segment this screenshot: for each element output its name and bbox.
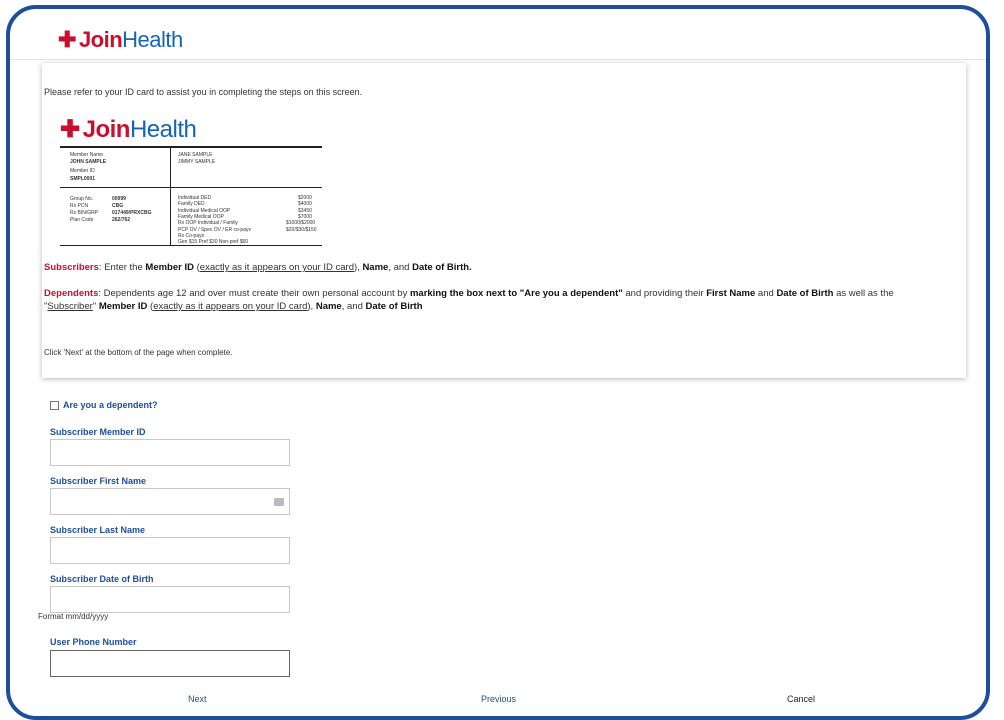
card-top-rule bbox=[60, 146, 322, 148]
next-link[interactable]: Next bbox=[188, 694, 207, 704]
next-note: Click 'Next' at the bottom of the page w… bbox=[44, 348, 233, 357]
joinhealth-logo[interactable]: ✚ Join Health bbox=[58, 27, 183, 53]
dependent-checkbox[interactable] bbox=[50, 400, 59, 410]
dependents-bold: Date of Birth bbox=[365, 301, 423, 312]
card-logo: ✚ Join Health bbox=[60, 115, 197, 144]
previous-link[interactable]: Previous bbox=[481, 694, 516, 704]
card-benefit-value: $4000 bbox=[298, 201, 312, 207]
card-benefit-value: $1000/$2000 bbox=[286, 220, 316, 226]
subscribers-underline: exactly as it appears on your ID card bbox=[199, 262, 354, 273]
header-divider bbox=[10, 59, 986, 60]
id-card-sample: Member Name JOHN SAMPLE Member ID SMPL00… bbox=[60, 146, 322, 246]
dependent-checkbox-row[interactable]: Are you a dependent? bbox=[50, 400, 158, 410]
dependents-text: : Dependents age 12 and over must create… bbox=[98, 288, 410, 299]
card-mid-rule bbox=[60, 187, 322, 188]
subscribers-bold: Date of Birth. bbox=[412, 262, 472, 273]
dependents-bold: Member ID bbox=[98, 301, 148, 312]
member-id-label: Subscriber Member ID bbox=[50, 427, 146, 437]
card-rxbin-label: Rx BIN/GRP bbox=[70, 210, 99, 216]
card-plan-label: Plan Code bbox=[70, 217, 94, 223]
card-dependent-2: JIMMY SAMPLE bbox=[178, 159, 216, 165]
card-benefit-label: Gen $15 Pref $30 Non-pref $60 bbox=[178, 239, 249, 245]
dependents-text: , and bbox=[341, 301, 366, 312]
dependents-text: and providing their bbox=[622, 288, 707, 299]
subscribers-bold: Name bbox=[362, 262, 389, 273]
logo-text-join: Join bbox=[78, 27, 123, 52]
card-group-value: 00999 bbox=[112, 196, 126, 202]
dob-label: Subscriber Date of Birth bbox=[50, 574, 154, 584]
phone-label: User Phone Number bbox=[50, 637, 137, 647]
cancel-link[interactable]: Cancel bbox=[787, 694, 815, 704]
autofill-key-icon[interactable] bbox=[274, 498, 284, 506]
card-benefit-label: Rx OOP Individual / Family bbox=[178, 220, 238, 226]
dependents-bold: Name bbox=[315, 301, 342, 312]
subscribers-bold: Member ID bbox=[145, 262, 194, 273]
dependents-text: and bbox=[755, 288, 777, 299]
card-group-label: Group No. bbox=[70, 196, 94, 202]
cross-logo-icon: ✚ bbox=[58, 27, 76, 52]
card-benefit-value: $20/$30/$150 bbox=[286, 227, 317, 233]
card-rxpcn-value: CBG bbox=[112, 203, 124, 209]
first-name-field[interactable] bbox=[50, 488, 290, 515]
card-dependent-1: JANE SAMPLE bbox=[178, 152, 213, 158]
last-name-field[interactable] bbox=[50, 537, 290, 564]
card-rxpcn-label: Rx PCN bbox=[70, 203, 89, 209]
dob-field[interactable] bbox=[50, 586, 290, 613]
dob-format-hint: Format mm/dd/yyyy bbox=[38, 612, 109, 621]
dependents-bold: marking the box next to "Are you a depen… bbox=[409, 288, 623, 299]
dependents-bold: Date of Birth bbox=[776, 288, 834, 299]
card-vertical-rule bbox=[170, 146, 171, 246]
card-bottom-rule bbox=[60, 245, 322, 246]
dependent-checkbox-label[interactable]: Are you a dependent? bbox=[63, 400, 158, 410]
card-logo-join: Join bbox=[82, 115, 131, 143]
member-id-field[interactable] bbox=[50, 439, 290, 466]
card-rxbin-value: 017449/PRXCBG bbox=[112, 210, 152, 216]
dependents-instructions: Dependents: Dependents age 12 and over m… bbox=[44, 287, 944, 313]
subscribers-text: : Enter the bbox=[98, 262, 146, 273]
card-member-name-label: Member Name bbox=[70, 152, 104, 158]
subscribers-text: , and bbox=[388, 262, 413, 273]
subscribers-label: Subscribers bbox=[44, 262, 99, 273]
logo-text-health: Health bbox=[122, 27, 183, 52]
dependents-underline: exactly as it appears on your ID card bbox=[153, 301, 308, 312]
card-plan-value: 262/762 bbox=[112, 217, 131, 223]
dependents-text: ), bbox=[307, 301, 316, 312]
first-name-label: Subscriber First Name bbox=[50, 476, 147, 486]
phone-field[interactable] bbox=[50, 650, 290, 677]
dependents-underline: Subscriber bbox=[47, 301, 93, 312]
intro-text: Please refer to your ID card to assist y… bbox=[44, 87, 363, 97]
dependents-label: Dependents bbox=[44, 288, 99, 299]
card-member-name: JOHN SAMPLE bbox=[70, 159, 107, 165]
card-benefit-label: Family DED bbox=[178, 201, 205, 207]
cross-logo-icon: ✚ bbox=[60, 116, 80, 143]
subscribers-instructions: Subscribers: Enter the Member ID (exactl… bbox=[44, 261, 472, 274]
card-member-id-label: Member ID bbox=[70, 168, 95, 174]
card-member-id: SMPL0001 bbox=[70, 176, 96, 182]
dependents-bold: First Name bbox=[706, 288, 756, 299]
last-name-label: Subscriber Last Name bbox=[50, 525, 146, 535]
card-logo-health: Health bbox=[129, 115, 197, 143]
